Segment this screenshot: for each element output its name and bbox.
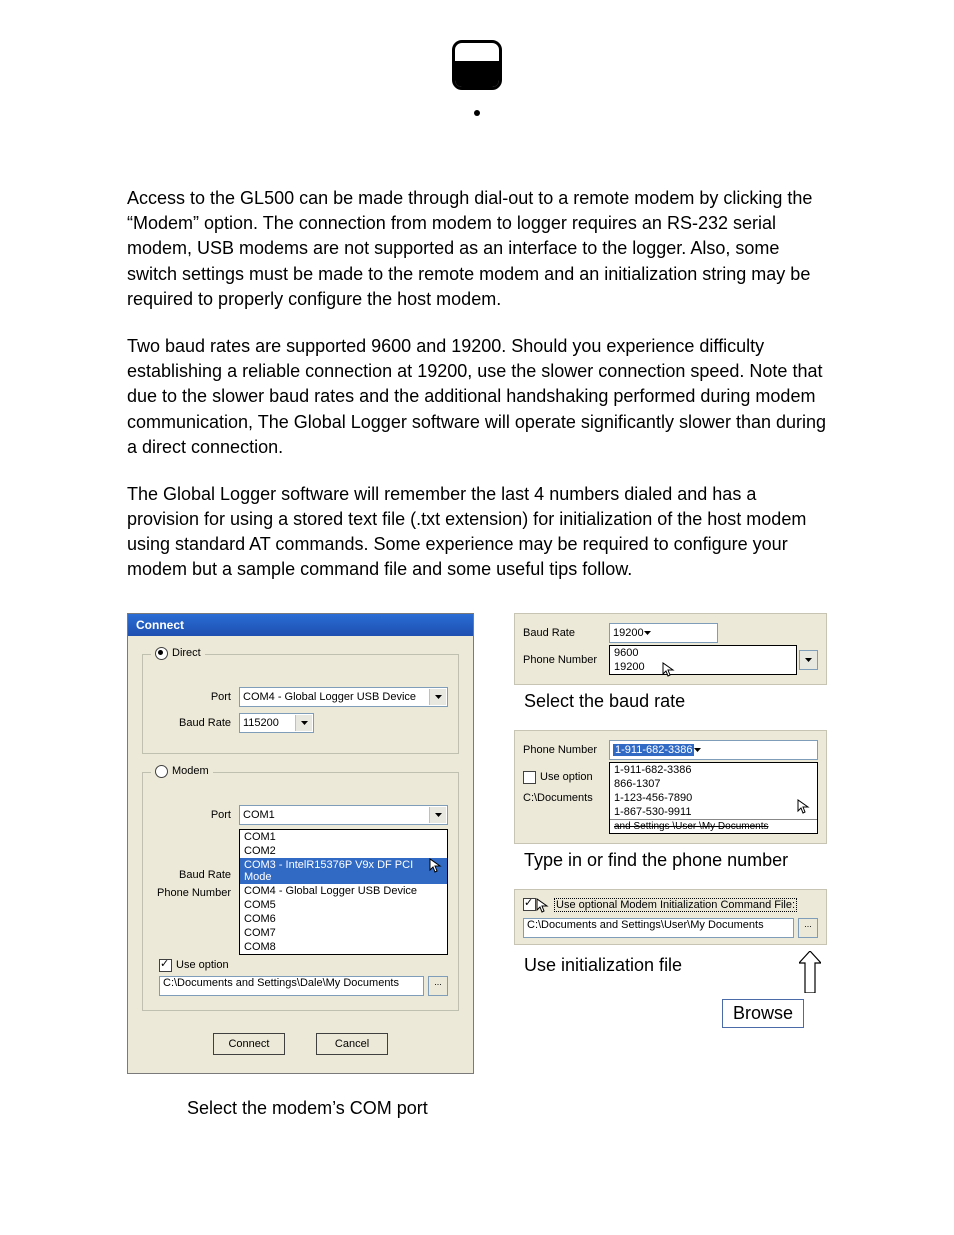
dropdown-item[interactable]: 1-867-530-9911: [610, 805, 817, 819]
baud-rate-label: Baud Rate: [523, 627, 609, 639]
phone-number-label: Phone Number: [523, 654, 609, 666]
dropdown-item-selected[interactable]: 1-123-456-7890: [610, 791, 817, 805]
modem-port-dropdown[interactable]: COM1 COM2 COM3 - IntelR15376P V9x DF PCI…: [239, 829, 448, 955]
modem-phone-label: Phone Number: [153, 887, 239, 899]
chevron-down-icon[interactable]: [799, 650, 818, 670]
dropdown-item[interactable]: COM1: [240, 830, 447, 844]
phone-dropdown[interactable]: 1-911-682-3386 866-1307 1-123-456-7890 1…: [609, 762, 818, 834]
init-file-path-field[interactable]: C:\Documents and Settings\User\My Docume…: [523, 918, 794, 938]
path-suffix: and Settings \User \My Documents: [614, 821, 769, 832]
connect-button[interactable]: Connect: [213, 1033, 285, 1055]
modem-port-label: Port: [153, 809, 239, 821]
direct-port-combo[interactable]: COM4 - Global Logger USB Device: [239, 687, 448, 707]
dropdown-item[interactable]: 866-1307: [610, 777, 817, 791]
direct-groupbox: Direct Port COM4 - Global Logger USB Dev…: [142, 654, 459, 754]
use-init-file-checkbox[interactable]: [523, 898, 536, 911]
use-init-file-label: Use optional Modem Initialization Comman…: [554, 898, 797, 912]
use-option-checkbox[interactable]: [523, 771, 536, 784]
modem-port-value: COM1: [243, 809, 275, 821]
direct-port-label: Port: [153, 691, 239, 703]
init-caption: Use initialization file: [524, 955, 799, 976]
left-caption: Select the modem’s COM port: [187, 1098, 474, 1119]
direct-port-value: COM4 - Global Logger USB Device: [243, 691, 416, 703]
modem-radio[interactable]: [155, 765, 168, 778]
direct-baud-value: 115200: [243, 717, 279, 729]
dropdown-item[interactable]: 1-911-682-3386: [610, 763, 817, 777]
use-option-checkbox[interactable]: [159, 959, 172, 972]
connect-dialog: Connect Direct Port COM4 - Global Logger…: [127, 613, 474, 1074]
chevron-down-icon[interactable]: [644, 631, 651, 635]
direct-label: Direct: [172, 647, 201, 659]
baud-rate-combo[interactable]: 19200: [609, 623, 718, 643]
direct-baud-label: Baud Rate: [153, 717, 239, 729]
dropdown-item[interactable]: COM7: [240, 926, 447, 940]
chevron-down-icon[interactable]: [429, 807, 446, 823]
init-file-panel: Use optional Modem Initialization Comman…: [514, 889, 827, 945]
chevron-down-icon[interactable]: [295, 715, 312, 731]
logo: [452, 40, 502, 90]
direct-radio[interactable]: [155, 647, 168, 660]
chevron-down-icon[interactable]: [429, 689, 446, 705]
cancel-button[interactable]: Cancel: [316, 1033, 388, 1055]
use-option-label: Use option: [176, 959, 229, 971]
paragraph-1: Access to the GL500 can be made through …: [127, 186, 827, 312]
phone-caption: Type in or find the phone number: [524, 850, 827, 871]
modem-baud-label: Baud Rate: [153, 869, 239, 881]
cursor-icon: [536, 898, 550, 914]
modem-port-combo[interactable]: COM1: [239, 805, 448, 825]
chevron-down-icon[interactable]: [694, 748, 701, 752]
phone-number-combo[interactable]: 1-911-682-3386: [609, 740, 818, 760]
up-arrow-icon: [799, 951, 821, 993]
baud-caption: Select the baud rate: [524, 691, 827, 712]
dropdown-item-selected[interactable]: 19200: [610, 660, 796, 674]
paragraph-3: The Global Logger software will remember…: [127, 482, 827, 583]
baud-dropdown[interactable]: 9600 19200: [609, 645, 797, 675]
dropdown-item[interactable]: 9600: [610, 646, 796, 660]
dropdown-item[interactable]: COM6: [240, 912, 447, 926]
baud-panel: Baud Rate 19200 Phone Number 9600 19200: [514, 613, 827, 685]
use-option-label: Use option: [540, 771, 593, 783]
dialog-titlebar: Connect: [128, 614, 473, 636]
dropdown-item[interactable]: COM2: [240, 844, 447, 858]
browse-button[interactable]: ...: [428, 976, 448, 996]
browse-callout-label: Browse: [722, 999, 804, 1028]
dropdown-item[interactable]: COM5: [240, 898, 447, 912]
phone-number-value: 1-911-682-3386: [613, 744, 694, 756]
paragraph-2: Two baud rates are supported 9600 and 19…: [127, 334, 827, 460]
path-prefix: C:\Documents: [523, 792, 593, 804]
dropdown-item[interactable]: COM8: [240, 940, 447, 954]
baud-rate-value: 19200: [613, 627, 644, 639]
phone-number-label: Phone Number: [523, 744, 609, 756]
dropdown-item[interactable]: COM4 - Global Logger USB Device: [240, 884, 447, 898]
direct-baud-combo[interactable]: 115200: [239, 713, 314, 733]
phone-panel: Phone Number 1-911-682-3386 Use option C…: [514, 730, 827, 844]
init-file-path-field[interactable]: C:\Documents and Settings\Dale\My Docume…: [159, 976, 424, 996]
browse-button[interactable]: ...: [798, 918, 818, 938]
modem-label: Modem: [172, 765, 209, 777]
dropdown-item-selected[interactable]: COM3 - IntelR15376P V9x DF PCI Mode: [240, 858, 447, 884]
modem-groupbox: Modem Port COM1 COM1 COM2 COM3 - IntelR1…: [142, 772, 459, 1011]
dot-separator: [474, 110, 480, 116]
